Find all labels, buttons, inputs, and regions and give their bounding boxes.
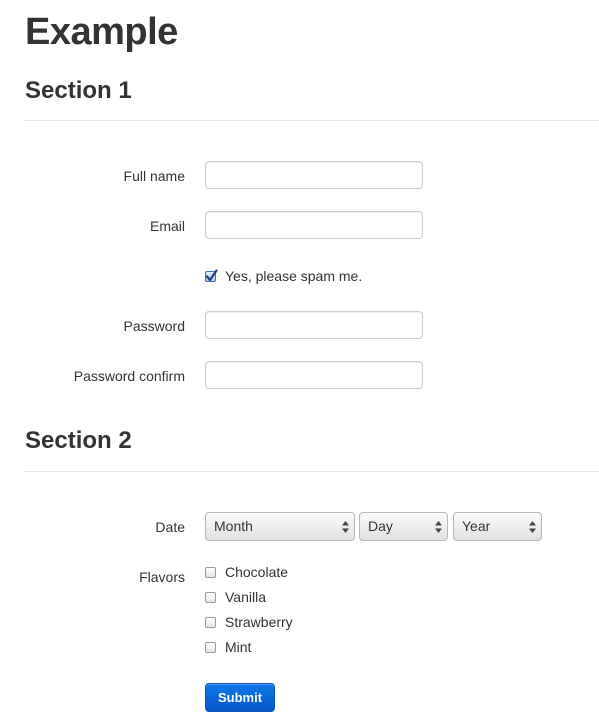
full-name-input[interactable] [205,161,423,189]
flavor-checkbox[interactable] [205,566,216,578]
flavor-option-label: Vanilla [225,589,266,605]
flavor-option-label: Chocolate [225,564,289,580]
spam-checkbox[interactable] [205,268,218,282]
spam-checkbox-label: Yes, please spam me. [225,268,363,284]
day-select[interactable]: Day [359,512,448,541]
flavor-option-label: Strawberry [225,614,293,630]
flavor-option-mint[interactable]: Mint [205,637,251,657]
page-title: Example [25,11,178,53]
full-name-label: Full name [123,168,185,184]
year-select-value: Year [462,518,491,534]
month-select-value: Month [214,518,253,534]
checkmark-icon [205,268,218,281]
flavor-option-vanilla[interactable]: Vanilla [205,587,266,607]
section-1-divider [25,120,599,121]
password-label: Password [123,318,185,334]
updown-arrows-icon [429,513,447,540]
password-input[interactable] [205,311,423,339]
password-confirm-label: Password confirm [73,368,185,384]
flavors-label: Flavors [139,569,185,585]
email-input[interactable] [205,211,423,239]
month-select[interactable]: Month [205,512,355,541]
section-2-title: Section 2 [25,427,132,454]
year-select[interactable]: Year [453,512,542,541]
updown-arrows-icon [336,513,354,540]
updown-arrows-icon [523,513,541,540]
flavor-option-strawberry[interactable]: Strawberry [205,612,293,632]
spam-checkbox-row[interactable]: Yes, please spam me. [205,266,362,286]
flavor-option-chocolate[interactable]: Chocolate [205,562,288,582]
email-label: Email [149,218,185,234]
date-label: Date [155,519,185,535]
flavor-checkbox[interactable] [205,616,216,628]
submit-button[interactable]: Submit [205,683,275,712]
section-1-title: Section 1 [25,77,132,104]
password-confirm-input[interactable] [205,361,423,389]
section-2-divider [25,471,599,472]
flavor-checkbox[interactable] [205,591,216,603]
flavor-checkbox[interactable] [205,641,216,653]
flavor-option-label: Mint [225,639,252,655]
day-select-value: Day [368,518,393,534]
